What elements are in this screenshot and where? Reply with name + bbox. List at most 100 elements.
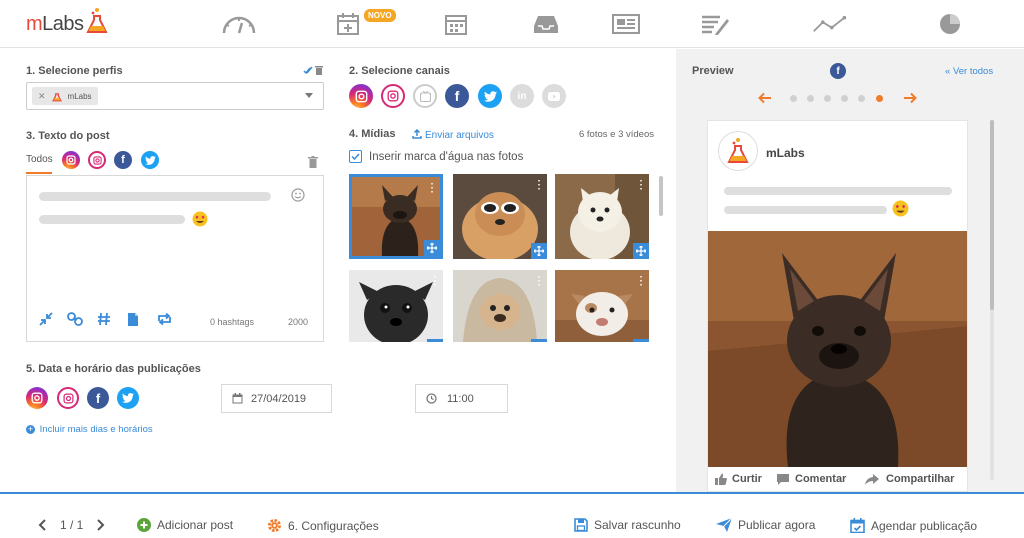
- settings-button[interactable]: 6. Configurações: [267, 518, 379, 533]
- facebook-preview-icon[interactable]: f: [830, 63, 846, 79]
- more-options-icon[interactable]: · · ·: [640, 273, 643, 291]
- instagram-stories-icon[interactable]: [57, 387, 79, 409]
- trash-icon[interactable]: [315, 65, 323, 75]
- profile-select[interactable]: ✕ mLabs: [26, 82, 324, 110]
- save-draft-button[interactable]: Salvar rascunho: [574, 518, 681, 532]
- move-icon[interactable]: [531, 243, 547, 259]
- more-options-icon[interactable]: · · ·: [640, 177, 643, 195]
- instagram-icon[interactable]: [62, 151, 80, 169]
- move-handle[interactable]: [633, 339, 649, 342]
- inbox-icon[interactable]: [528, 10, 564, 38]
- media-thumbnail-4[interactable]: · · ·: [349, 270, 443, 342]
- schedule-post-button[interactable]: Agendar publicação: [850, 518, 977, 533]
- youtube-channel-icon[interactable]: [542, 84, 566, 108]
- upload-icon: [412, 128, 422, 139]
- preview-scrollbar[interactable]: [990, 120, 994, 310]
- heart-eyes-emoji-icon: [892, 200, 909, 217]
- add-post-button[interactable]: Adicionar post: [137, 518, 233, 532]
- profiles-title: 1. Selecione perfis: [26, 65, 123, 77]
- media-thumbnail-3[interactable]: · · ·: [555, 174, 649, 259]
- avatar: [718, 131, 758, 171]
- watermark-checkbox[interactable]: Inserir marca d'água nas fotos: [349, 150, 523, 163]
- analytics-icon[interactable]: [812, 10, 848, 38]
- instagram-channel-icon[interactable]: [349, 84, 373, 108]
- remove-chip-icon[interactable]: ✕: [38, 91, 46, 102]
- link-icon[interactable]: [67, 312, 83, 326]
- page-indicator: 1 / 1: [60, 518, 84, 532]
- media-thumbnail-2[interactable]: · · ·: [453, 174, 547, 259]
- heart-eyes-emoji-icon: [192, 211, 208, 227]
- carousel-dot-active[interactable]: [876, 95, 883, 102]
- arrow-right-icon[interactable]: [903, 92, 917, 104]
- time-value: 11:00: [447, 392, 474, 405]
- share-button[interactable]: Compartilhar: [865, 473, 954, 485]
- more-options-icon[interactable]: · · ·: [538, 177, 541, 195]
- add-schedule-link[interactable]: + Incluir mais dias e horários: [26, 424, 153, 435]
- save-icon: [574, 518, 588, 532]
- footer-bar: 1 / 1 Adicionar post 6. Configurações Sa…: [0, 492, 1024, 538]
- tab-all[interactable]: Todos: [26, 154, 53, 165]
- carousel-dot[interactable]: [858, 95, 865, 102]
- dashboard-icon[interactable]: [221, 10, 257, 38]
- chevron-right-icon[interactable]: [97, 519, 105, 531]
- report-icon[interactable]: [697, 10, 733, 38]
- check-all-icon[interactable]: [303, 66, 313, 75]
- dog-photo: [555, 270, 649, 342]
- facebook-icon[interactable]: f: [114, 151, 132, 169]
- carousel-dot[interactable]: [790, 95, 797, 102]
- comment-button[interactable]: Comentar: [777, 473, 846, 485]
- twitter-channel-icon[interactable]: [478, 84, 502, 108]
- like-label: Curtir: [732, 473, 762, 485]
- move-icon[interactable]: [633, 243, 649, 259]
- newspaper-icon[interactable]: [608, 10, 644, 38]
- like-button[interactable]: Curtir: [715, 473, 762, 485]
- instagram-icon[interactable]: [26, 387, 48, 409]
- profile-chip[interactable]: ✕ mLabs: [32, 87, 98, 105]
- chevron-left-icon[interactable]: [38, 519, 46, 531]
- shrink-icon[interactable]: [39, 312, 53, 326]
- send-icon: [716, 518, 732, 532]
- instagram-stories-channel-icon[interactable]: [381, 84, 405, 108]
- emoji-picker-icon[interactable]: [291, 188, 305, 202]
- media-thumbnail-1[interactable]: · · ·: [349, 174, 443, 259]
- carousel-dot[interactable]: [824, 95, 831, 102]
- move-icon[interactable]: [424, 240, 440, 256]
- schedule-title: 5. Data e horário das publicações: [26, 363, 201, 375]
- trash-icon[interactable]: [308, 156, 318, 168]
- post-image: [708, 231, 967, 467]
- upload-link[interactable]: Enviar arquivos: [412, 128, 494, 141]
- thumbs-up-icon: [715, 473, 727, 485]
- more-options-icon[interactable]: · · ·: [538, 273, 541, 291]
- watermark-label: Inserir marca d'água nas fotos: [369, 150, 524, 163]
- igtv-channel-icon[interactable]: [413, 84, 437, 108]
- media-thumbnail-5[interactable]: · · ·: [453, 270, 547, 342]
- see-all-link[interactable]: « Ver todos: [945, 66, 993, 77]
- chevron-down-icon[interactable]: [305, 93, 313, 98]
- preview-profile-name: mLabs: [766, 146, 805, 160]
- facebook-channel-icon[interactable]: f: [445, 84, 469, 108]
- instagram-stories-icon[interactable]: [88, 151, 106, 169]
- arrow-left-icon[interactable]: [758, 92, 772, 104]
- logo[interactable]: mLabs: [26, 8, 108, 40]
- publish-now-button[interactable]: Publicar agora: [716, 518, 815, 532]
- repost-icon[interactable]: [156, 312, 173, 326]
- calendar-add-icon[interactable]: [330, 10, 366, 38]
- move-handle[interactable]: [531, 339, 547, 342]
- calendar-icon[interactable]: [438, 10, 474, 38]
- time-field[interactable]: 11:00: [415, 384, 508, 413]
- pie-chart-icon[interactable]: [932, 10, 968, 38]
- carousel-dot[interactable]: [841, 95, 848, 102]
- more-options-icon[interactable]: · · ·: [434, 273, 437, 291]
- move-handle[interactable]: [427, 339, 443, 342]
- media-thumbnail-6[interactable]: · · ·: [555, 270, 649, 342]
- twitter-icon[interactable]: [117, 387, 139, 409]
- carousel-dot[interactable]: [807, 95, 814, 102]
- more-options-icon[interactable]: · · ·: [431, 180, 434, 198]
- twitter-icon[interactable]: [141, 151, 159, 169]
- hashtag-icon[interactable]: [97, 312, 111, 326]
- linkedin-channel-icon[interactable]: in: [510, 84, 534, 108]
- facebook-icon[interactable]: f: [87, 387, 109, 409]
- media-scrollbar[interactable]: [659, 176, 663, 216]
- document-icon[interactable]: [127, 312, 139, 327]
- date-field[interactable]: 27/04/2019: [221, 384, 332, 413]
